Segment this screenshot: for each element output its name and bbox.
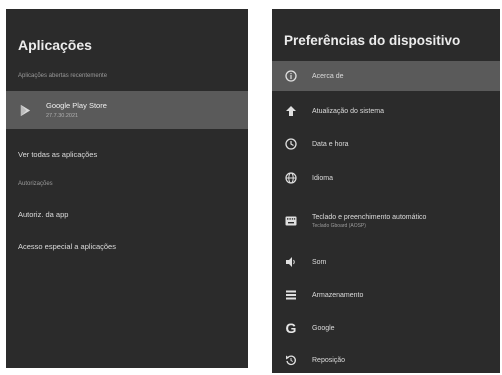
google-icon: G bbox=[285, 320, 297, 336]
menu-item-google[interactable]: G Google bbox=[272, 313, 500, 343]
special-access-label: Acesso especial a aplicações bbox=[18, 241, 116, 251]
recent-app-name: Google Play Store bbox=[46, 101, 107, 110]
play-store-icon bbox=[18, 103, 32, 117]
see-all-apps-label: Ver todas as aplicações bbox=[18, 149, 98, 159]
menu-item-system-update[interactable]: Atualização do sistema bbox=[272, 96, 500, 126]
menu-item-keyboard[interactable]: Teclado e preenchimento automático Tecla… bbox=[272, 201, 500, 241]
recent-apps-header: Aplicações abertas recentemente bbox=[18, 73, 108, 79]
menu-item-acerca-de[interactable]: Acerca de bbox=[272, 61, 500, 91]
menu-item-label: Teclado e preenchimento automático bbox=[312, 213, 427, 221]
menu-item-label: Data e hora bbox=[312, 140, 349, 148]
clock-icon bbox=[284, 137, 298, 151]
arrow-up-icon bbox=[284, 104, 298, 118]
reset-icon bbox=[284, 353, 298, 367]
menu-item-date-time[interactable]: Data e hora bbox=[272, 129, 500, 159]
speaker-icon bbox=[284, 255, 298, 269]
keyboard-icon bbox=[284, 214, 298, 228]
special-access-item[interactable]: Acesso especial a aplicações bbox=[6, 235, 248, 257]
menu-item-label: Idioma bbox=[312, 174, 334, 182]
recent-app-google-play-store[interactable]: Google Play Store 27.7.30.2021 bbox=[6, 91, 248, 129]
recent-app-version: 27.7.30.2021 bbox=[46, 113, 79, 119]
menu-item-sound[interactable]: Som bbox=[272, 247, 500, 277]
permissions-header: Autorizações bbox=[18, 181, 53, 187]
apps-panel: Aplicações Aplicações abertas recentemen… bbox=[6, 9, 248, 368]
app-permissions-item[interactable]: Autoriz. da app bbox=[6, 203, 248, 225]
menu-item-sublabel: Teclado Gboard (AOSP) bbox=[312, 222, 366, 229]
menu-item-label: Armazenamento bbox=[312, 291, 364, 299]
see-all-apps-item[interactable]: Ver todas as aplicações bbox=[6, 143, 248, 165]
menu-item-label: Atualização do sistema bbox=[312, 107, 384, 115]
device-preferences-title: Preferências do dispositivo bbox=[284, 33, 461, 48]
menu-item-label: Reposição bbox=[312, 356, 346, 364]
apps-title: Aplicações bbox=[18, 37, 92, 53]
menu-item-language[interactable]: Idioma bbox=[272, 163, 500, 193]
menu-item-label: Som bbox=[312, 258, 327, 266]
screenshot-page: Aplicações Aplicações abertas recentemen… bbox=[0, 0, 502, 375]
menu-item-label: Acerca de bbox=[312, 72, 344, 80]
menu-item-storage[interactable]: Armazenamento bbox=[272, 280, 500, 310]
menu-item-reset[interactable]: Reposição bbox=[272, 345, 500, 373]
device-preferences-panel: Preferências do dispositivo Acerca de At… bbox=[272, 9, 500, 373]
info-icon bbox=[284, 69, 298, 83]
app-permissions-label: Autoriz. da app bbox=[18, 209, 69, 219]
menu-item-label: Google bbox=[312, 324, 335, 332]
globe-icon bbox=[284, 171, 298, 185]
storage-icon bbox=[284, 288, 298, 302]
